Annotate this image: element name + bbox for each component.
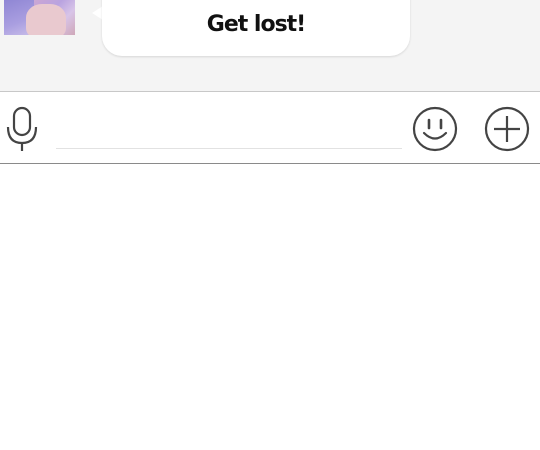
message-text: Get lost! bbox=[206, 12, 306, 37]
avatar[interactable] bbox=[4, 0, 75, 35]
input-bar bbox=[0, 91, 540, 164]
chat-area: Get lost! bbox=[0, 0, 540, 91]
avatar-face bbox=[26, 4, 66, 35]
plus-circle-icon[interactable] bbox=[484, 106, 530, 152]
message-input[interactable] bbox=[56, 114, 402, 149]
keyboard-panel bbox=[0, 164, 540, 450]
microphone-icon[interactable] bbox=[4, 105, 40, 153]
smiley-icon[interactable] bbox=[412, 106, 458, 152]
message-bubble[interactable]: Get lost! bbox=[102, 0, 410, 56]
